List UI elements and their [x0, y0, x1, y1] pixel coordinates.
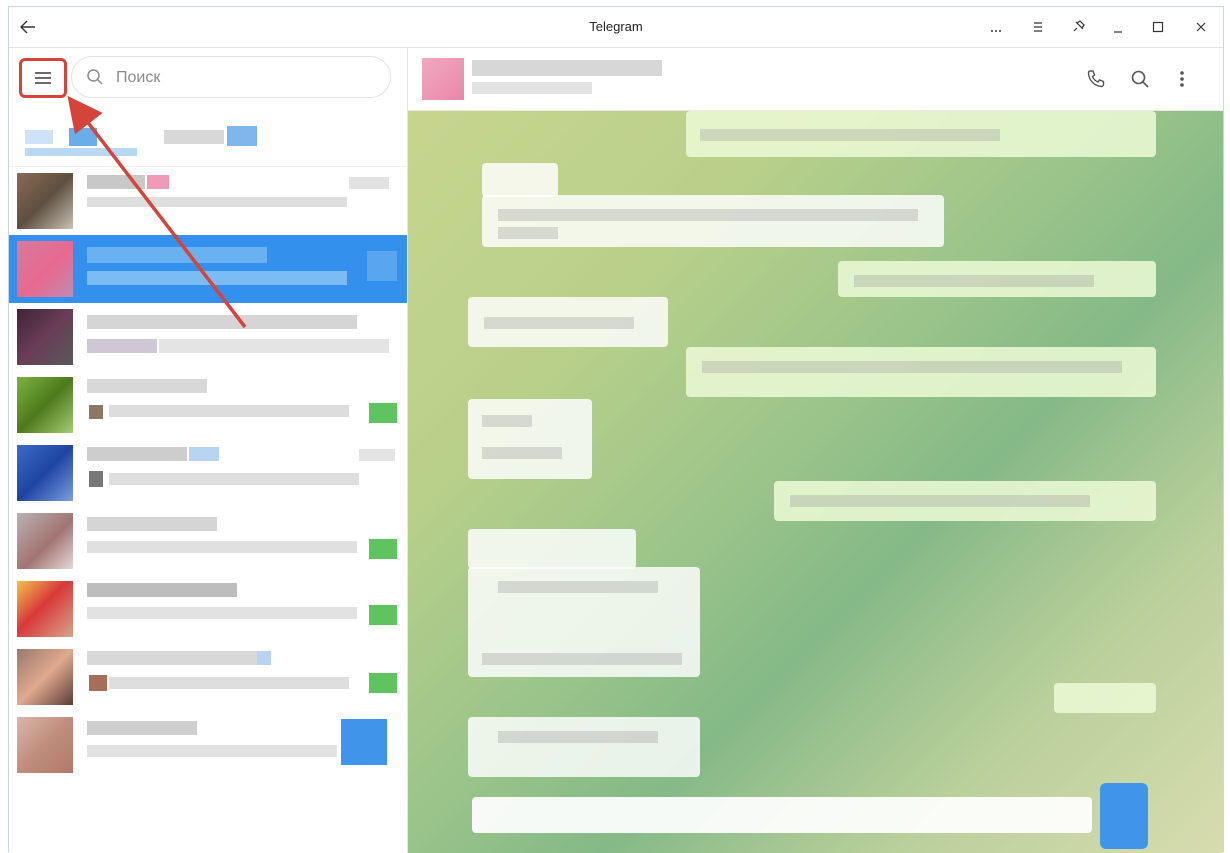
kebab-more-icon[interactable] — [1168, 65, 1196, 93]
chat-list-item[interactable] — [9, 507, 407, 575]
message-bubble-outgoing[interactable] — [1054, 683, 1156, 713]
minimize-icon[interactable] — [1106, 15, 1130, 39]
message-bubble-incoming[interactable] — [468, 567, 700, 677]
message-bubble-outgoing[interactable] — [686, 111, 1156, 157]
message-input[interactable] — [472, 797, 1092, 833]
avatar[interactable] — [422, 58, 464, 100]
message-bubble-outgoing[interactable] — [774, 481, 1156, 521]
folder-tabs[interactable] — [9, 108, 407, 167]
telegram-window: Telegram — [8, 6, 1224, 853]
chat-list — [9, 167, 407, 853]
more-icon[interactable] — [984, 15, 1008, 39]
menu-lines-icon[interactable] — [1026, 15, 1050, 39]
message-area — [408, 111, 1223, 853]
phone-icon[interactable] — [1082, 65, 1110, 93]
chat-list-item[interactable] — [9, 439, 407, 507]
search-field[interactable] — [71, 56, 391, 98]
message-bubble-outgoing[interactable] — [686, 347, 1156, 397]
pin-icon[interactable] — [1066, 15, 1090, 39]
chat-list-item[interactable] — [9, 167, 407, 235]
search-input[interactable] — [114, 65, 378, 91]
chat-list-item[interactable] — [9, 371, 407, 439]
message-bubble-incoming[interactable] — [468, 717, 700, 777]
chat-list-item[interactable] — [9, 303, 407, 371]
message-bubble-incoming[interactable] — [468, 297, 668, 347]
chat-list-item[interactable] — [9, 575, 407, 643]
sidebar — [9, 48, 408, 853]
chat-list-item-selected[interactable] — [9, 235, 407, 303]
message-bubble-incoming[interactable] — [468, 529, 636, 569]
chat-list-item[interactable] — [9, 643, 407, 711]
chat-list-item[interactable] — [9, 711, 407, 779]
search-icon — [86, 68, 104, 91]
chat-panel — [408, 48, 1223, 853]
send-button[interactable] — [1100, 783, 1148, 849]
maximize-icon[interactable] — [1146, 15, 1170, 39]
message-bubble-incoming[interactable] — [468, 399, 592, 479]
search-icon[interactable] — [1126, 65, 1154, 93]
close-icon[interactable] — [1189, 15, 1213, 39]
chat-title[interactable] — [472, 60, 662, 76]
hamburger-menu-icon[interactable] — [19, 58, 67, 98]
chat-status — [472, 82, 592, 94]
message-bubble-incoming[interactable] — [482, 163, 558, 197]
message-bubble-incoming[interactable] — [482, 195, 944, 247]
chat-header — [408, 48, 1223, 111]
message-bubble-outgoing[interactable] — [838, 261, 1156, 297]
title-bar: Telegram — [9, 7, 1223, 48]
